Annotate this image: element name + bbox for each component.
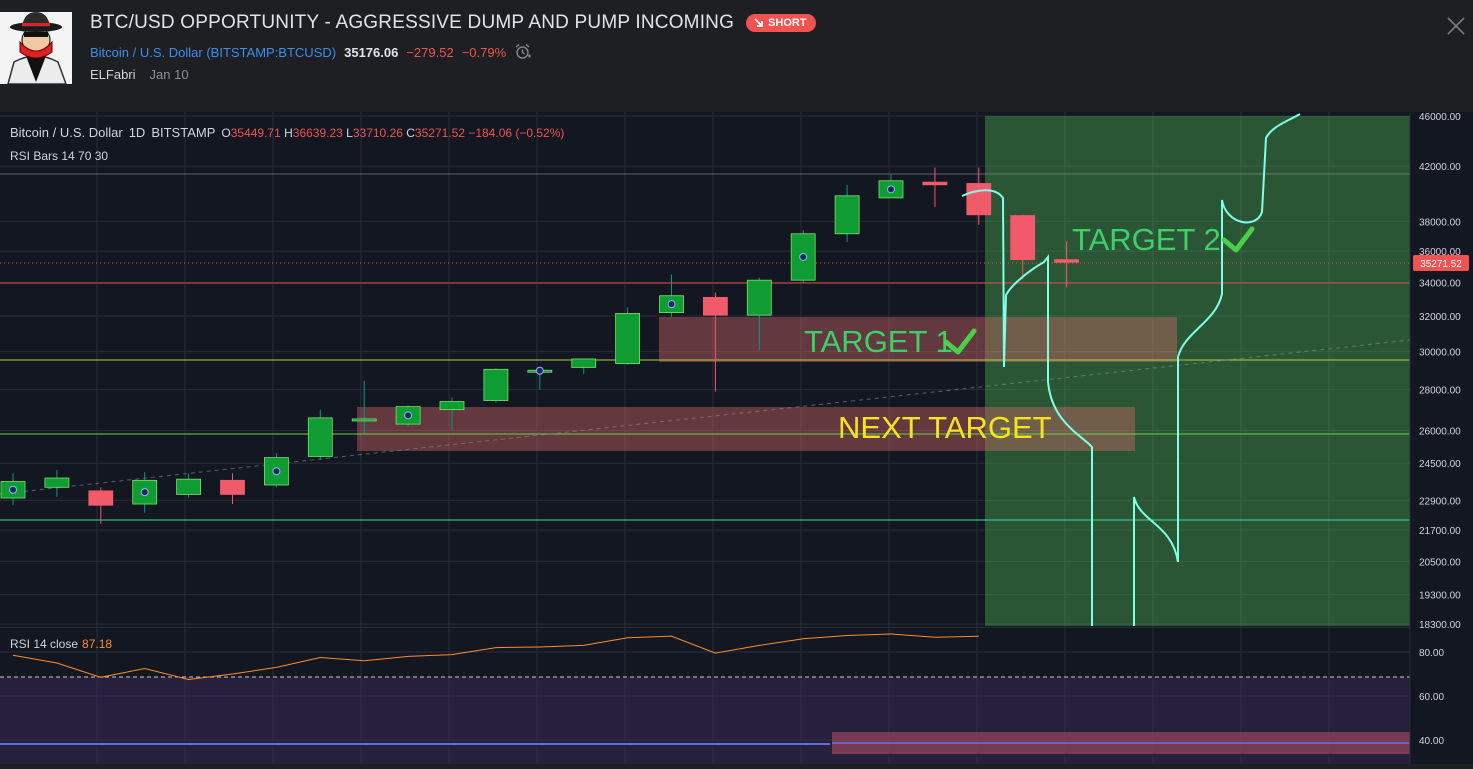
badge-label: SHORT xyxy=(768,17,807,29)
rsi-tick-label: 80.00 xyxy=(1419,648,1444,659)
candle-body xyxy=(220,479,245,495)
y-tick-label: 21700.00 xyxy=(1419,526,1461,537)
rsi-signal-dot xyxy=(9,485,17,494)
target-1-label: TARGET 1 xyxy=(804,324,953,359)
candle-body xyxy=(571,358,597,368)
rsi-signal-dot xyxy=(887,185,895,194)
y-tick-label: 26000.00 xyxy=(1419,426,1461,437)
rsi-tick-label: 60.00 xyxy=(1419,692,1444,703)
candle-body xyxy=(1054,259,1079,263)
close-icon[interactable] xyxy=(1444,14,1468,38)
rsi-signal-dot xyxy=(799,252,808,261)
symbol-link[interactable]: Bitcoin / U.S. Dollar (BITSTAMP:BTCUSD) xyxy=(90,45,336,60)
legend-interval: 1D xyxy=(128,125,146,140)
candle-body xyxy=(922,181,948,186)
next-target-label: NEXT TARGET xyxy=(838,410,1052,445)
arrow-down-right-icon xyxy=(754,18,763,27)
candle-body xyxy=(834,195,860,235)
legend-close: 35271.52 xyxy=(414,126,465,140)
rsi-signal-dot xyxy=(535,366,544,375)
y-tick-label: 38000.00 xyxy=(1419,217,1461,228)
y-tick-label: 42000.00 xyxy=(1419,162,1461,173)
candle-body xyxy=(44,477,70,488)
y-tick-label: 28000.00 xyxy=(1419,386,1461,397)
rsi-line xyxy=(12,633,979,681)
legend-exchange: BITSTAMP xyxy=(151,125,216,140)
y-tick-label: 18300.00 xyxy=(1419,620,1461,631)
y-tick-label: 20500.00 xyxy=(1419,557,1461,568)
symbol-name: Bitcoin / U.S. Dollar xyxy=(90,44,203,60)
candle-body xyxy=(439,401,465,411)
price-change-pct: −0.79% xyxy=(461,44,507,60)
legend-change: −184.06 (−0.52%) xyxy=(468,126,565,140)
legend-low: 33710.26 xyxy=(352,126,403,140)
rsi-signal-dot xyxy=(404,411,413,420)
y-tick-label: 19300.00 xyxy=(1419,591,1461,602)
legend-open: 35449.71 xyxy=(230,126,281,140)
rsi-signal-dot xyxy=(667,300,676,309)
candle-body xyxy=(307,417,333,457)
author-avatar[interactable] xyxy=(0,12,72,84)
rsi-label: RSI 14 close xyxy=(10,637,79,651)
rsi-signal-dot xyxy=(140,488,149,497)
candle-body xyxy=(615,313,640,365)
idea-header: BTC/USD OPPORTUNITY - AGGRESSIVE DUMP AN… xyxy=(0,0,1473,112)
candle-body xyxy=(966,183,992,216)
target-2-label: TARGET 2 xyxy=(1072,222,1221,257)
publish-date: Jan 10 xyxy=(149,67,189,82)
rsi-signal-dot xyxy=(272,467,281,476)
author-name[interactable]: ELFabri xyxy=(90,67,136,82)
candle-body xyxy=(176,478,202,495)
price-axis[interactable] xyxy=(1410,112,1473,764)
legend-high: 36639.23 xyxy=(292,126,343,140)
candle-body xyxy=(483,368,509,401)
price-change: −279.52 xyxy=(406,44,454,60)
y-tick-label: 32000.00 xyxy=(1419,312,1461,323)
chart-area[interactable]: TARGET 1 TARGET 2 NEXT TARGET 46000.00 42… xyxy=(0,112,1473,764)
y-tick-label: 30000.00 xyxy=(1419,348,1461,359)
rsi-tick-label: 40.00 xyxy=(1419,736,1444,747)
last-price-tag-text: 35271.52 xyxy=(1420,259,1462,270)
candle-body xyxy=(746,279,772,316)
idea-title: BTC/USD OPPORTUNITY - AGGRESSIVE DUMP AN… xyxy=(90,12,735,33)
candle-body xyxy=(1010,215,1036,260)
legend-symbol: Bitcoin / U.S. Dollar xyxy=(10,125,123,140)
symbol-code: BITSTAMP:BTCUSD xyxy=(210,44,332,60)
alarm-clock-icon[interactable] xyxy=(514,43,532,61)
candle-body xyxy=(703,296,728,316)
legend-ohlc: O35449.71 H36639.23 L33710.26 C35271.52 … xyxy=(221,126,565,140)
candle-body xyxy=(88,490,114,506)
short-badge: SHORT xyxy=(746,14,816,32)
y-tick-label: 22900.00 xyxy=(1419,496,1461,507)
price-chart[interactable]: TARGET 1 TARGET 2 NEXT TARGET 46000.00 42… xyxy=(0,112,1473,764)
candle-body xyxy=(351,418,377,422)
y-tick-label: 46000.00 xyxy=(1419,112,1461,123)
y-tick-label: 24500.00 xyxy=(1419,459,1461,470)
rsi-value: 87.18 xyxy=(82,637,113,651)
rsi-legend: RSI 14 close 87.18 xyxy=(10,637,112,651)
indicator-legend: RSI Bars 14 70 30 xyxy=(10,149,109,163)
last-price: 35176.06 xyxy=(344,44,399,60)
y-tick-label: 34000.00 xyxy=(1419,279,1461,290)
chart-legend: Bitcoin / U.S. Dollar 1D BITSTAMP O35449… xyxy=(10,125,564,140)
